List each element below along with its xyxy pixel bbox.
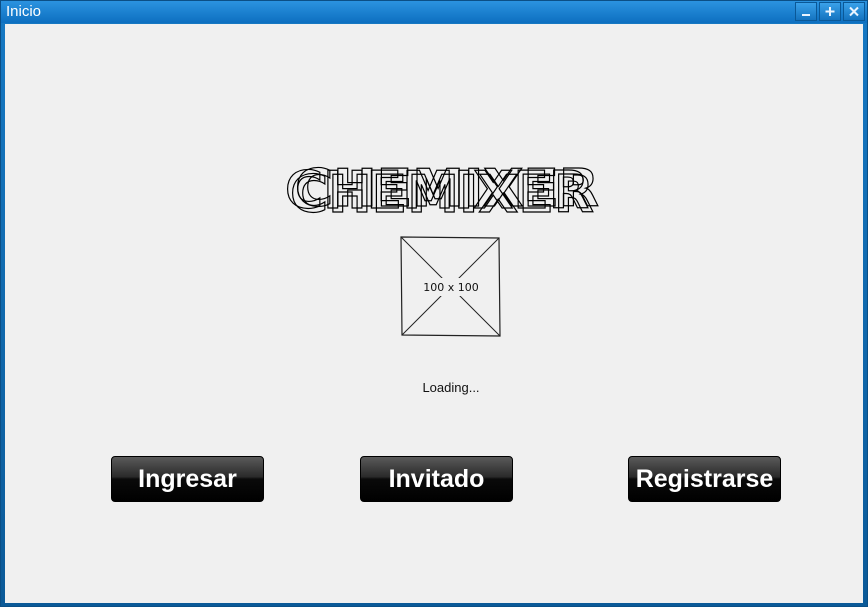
window-controls [795, 2, 865, 21]
chemixer-logo: CHEMIXER CHEMIXER CHEMIXER [284, 158, 599, 216]
content-panel: CHEMIXER CHEMIXER CHEMIXER 100 x 100 Loa… [5, 24, 863, 603]
close-icon[interactable] [843, 2, 865, 21]
invitado-button[interactable]: Invitado [360, 456, 513, 502]
minimize-icon[interactable] [795, 2, 817, 21]
placeholder-label: 100 x 100 [423, 281, 479, 294]
maximize-icon[interactable] [819, 2, 841, 21]
registrarse-button[interactable]: Registrarse [628, 456, 781, 502]
logo-text-stroke-3: CHEMIXER [295, 159, 599, 216]
main-window: Inicio CHEMIXER CHEMIXER CHEMIXER 100 x … [0, 0, 868, 607]
loading-text: Loading... [422, 380, 480, 395]
window-title: Inicio [6, 3, 42, 20]
title-bar[interactable]: Inicio [1, 1, 867, 23]
ingresar-button[interactable]: Ingresar [111, 456, 264, 502]
image-placeholder: 100 x 100 [400, 236, 501, 337]
